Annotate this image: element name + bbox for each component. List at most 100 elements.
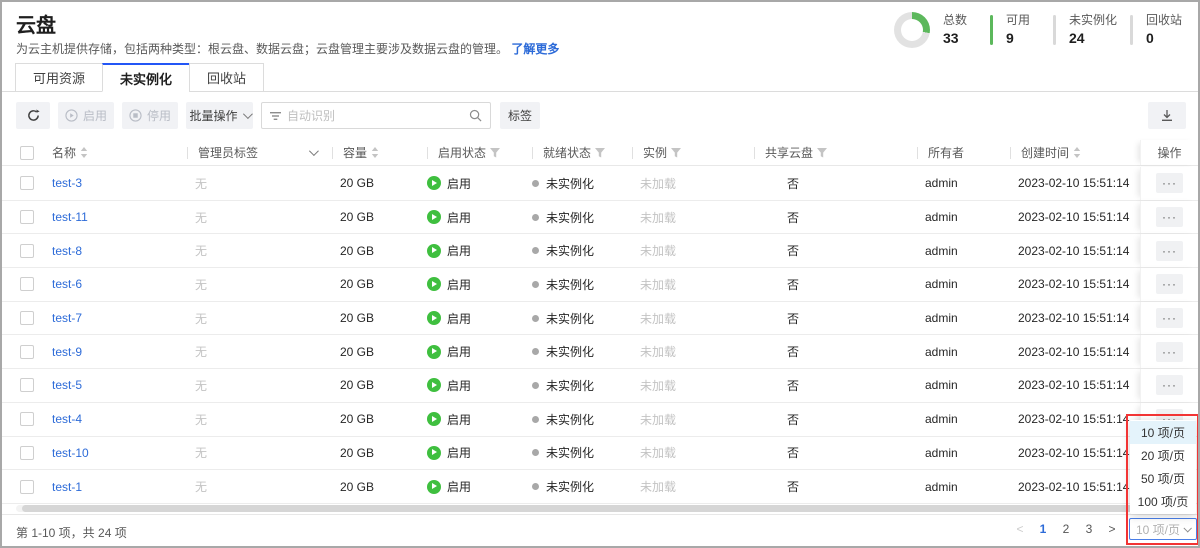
stat-uninstantiated-value: 24	[1069, 29, 1117, 48]
created-time-value: 2023-02-10 15:51:14	[1010, 234, 1140, 267]
stat-recycle-label: 回收站	[1146, 12, 1182, 28]
row-checkbox[interactable]	[20, 277, 34, 291]
filter-lines-icon	[270, 111, 281, 121]
row-checkbox[interactable]	[20, 378, 34, 392]
select-all-checkbox[interactable]	[20, 146, 34, 160]
created-time-value: 2023-02-10 15:51:14	[1010, 403, 1140, 436]
table-row[interactable]: test-5 无 20 GB 启用 未实例化 未加载 否 admin 2023-…	[2, 369, 1198, 403]
row-checkbox[interactable]	[20, 176, 34, 190]
sort-icon[interactable]	[1073, 147, 1081, 158]
stat-available: 可用 9	[1006, 12, 1040, 47]
tab-recycle-bin[interactable]: 回收站	[189, 63, 264, 92]
row-actions-button[interactable]: ···	[1156, 241, 1183, 261]
enable-status-value: 启用	[427, 437, 532, 470]
table-row[interactable]: test-1 无 20 GB 启用 未实例化 未加载 否 admin 2023-…	[2, 470, 1198, 504]
page-size-option-10[interactable]: 10 项/页	[1130, 421, 1196, 444]
stat-divider-gray	[1053, 15, 1056, 45]
sort-icon[interactable]	[371, 147, 379, 158]
tab-uninstantiated[interactable]: 未实例化	[102, 63, 190, 92]
learn-more-link[interactable]: 了解更多	[511, 42, 559, 56]
row-checkbox[interactable]	[20, 345, 34, 359]
admin-tag-value: 无	[187, 403, 332, 436]
row-checkbox[interactable]	[20, 210, 34, 224]
stat-recycle: 回收站 0	[1146, 12, 1182, 47]
page-size-option-100[interactable]: 100 项/页	[1130, 490, 1196, 513]
header-instance[interactable]: 实例	[632, 140, 754, 165]
table-row[interactable]: test-9 无 20 GB 启用 未实例化 未加载 否 admin 2023-…	[2, 335, 1198, 369]
tab-available-resources[interactable]: 可用资源	[15, 63, 103, 92]
tags-button[interactable]: 标签	[500, 102, 540, 129]
chevron-down-icon	[242, 109, 252, 119]
download-icon	[1161, 109, 1173, 122]
disk-name-link[interactable]: test-8	[52, 244, 82, 258]
sort-icon[interactable]	[80, 147, 88, 158]
page-2-button[interactable]: 2	[1058, 522, 1074, 536]
disk-name-link[interactable]: test-3	[52, 176, 82, 190]
table-row[interactable]: test-8 无 20 GB 启用 未实例化 未加载 否 admin 2023-…	[2, 234, 1198, 268]
page-3-button[interactable]: 3	[1081, 522, 1097, 536]
row-actions-button[interactable]: ···	[1156, 342, 1183, 362]
search-box[interactable]	[261, 102, 491, 129]
row-actions-button[interactable]: ···	[1156, 274, 1183, 294]
header-admin-tag[interactable]: 管理员标签	[187, 140, 332, 165]
table-row[interactable]: test-6 无 20 GB 启用 未实例化 未加载 否 admin 2023-…	[2, 268, 1198, 302]
table-row[interactable]: test-10 无 20 GB 启用 未实例化 未加载 否 admin 2023…	[2, 437, 1198, 471]
header-capacity[interactable]: 容量	[332, 140, 427, 165]
search-input[interactable]	[287, 109, 463, 123]
enable-status-value: 启用	[427, 302, 532, 335]
header-enable-status[interactable]: 启用状态	[427, 140, 532, 165]
stat-uninstantiated-label: 未实例化	[1069, 12, 1117, 28]
enable-status-value: 启用	[427, 470, 532, 503]
next-page-button[interactable]: >	[1104, 522, 1120, 536]
table-row[interactable]: test-4 无 20 GB 启用 未实例化 未加载 否 admin 2023-…	[2, 403, 1198, 437]
header-created-time[interactable]: 创建时间	[1010, 140, 1140, 165]
row-checkbox[interactable]	[20, 311, 34, 325]
refresh-button[interactable]	[16, 102, 50, 129]
shared-disk-value: 否	[754, 201, 917, 234]
page-size-select[interactable]: 10 项/页	[1129, 518, 1197, 540]
table-row[interactable]: test-7 无 20 GB 启用 未实例化 未加载 否 admin 2023-…	[2, 302, 1198, 336]
row-checkbox[interactable]	[20, 480, 34, 494]
filter-icon[interactable]	[490, 148, 500, 158]
batch-actions-button[interactable]: 批量操作	[186, 102, 253, 129]
horizontal-scrollbar-thumb[interactable]	[22, 505, 1140, 512]
page-size-option-20[interactable]: 20 项/页	[1130, 444, 1196, 467]
enabled-play-icon	[427, 345, 441, 359]
disk-name-link[interactable]: test-10	[52, 446, 89, 460]
export-button[interactable]	[1148, 102, 1186, 129]
row-actions-button[interactable]: ···	[1156, 173, 1183, 193]
filter-icon[interactable]	[817, 148, 827, 158]
disk-name-link[interactable]: test-9	[52, 345, 82, 359]
header-actions: 操作	[1140, 140, 1198, 165]
disk-name-link[interactable]: test-6	[52, 277, 82, 291]
row-checkbox[interactable]	[20, 412, 34, 426]
shared-disk-value: 否	[754, 268, 917, 301]
disk-name-link[interactable]: test-7	[52, 311, 82, 325]
page-1-button[interactable]: 1	[1035, 522, 1051, 536]
page-size-option-50[interactable]: 50 项/页	[1130, 467, 1196, 490]
owner-value: admin	[917, 437, 1010, 470]
table-row[interactable]: test-3 无 20 GB 启用 未实例化 未加载 否 admin 2023-…	[2, 167, 1198, 201]
header-shared-disk[interactable]: 共享云盘	[754, 140, 917, 165]
instance-value: 未加载	[632, 268, 754, 301]
enable-status-value: 启用	[427, 403, 532, 436]
disk-name-link[interactable]: test-4	[52, 412, 82, 426]
disk-name-link[interactable]: test-11	[52, 210, 88, 224]
admin-tag-value: 无	[187, 268, 332, 301]
row-checkbox[interactable]	[20, 244, 34, 258]
row-actions-button[interactable]: ···	[1156, 308, 1183, 328]
instance-value: 未加载	[632, 167, 754, 200]
disk-name-link[interactable]: test-5	[52, 378, 82, 392]
row-actions-button[interactable]: ···	[1156, 207, 1183, 227]
chevron-down-icon[interactable]	[309, 146, 319, 156]
filter-icon[interactable]	[671, 148, 681, 158]
row-actions-button[interactable]: ···	[1156, 375, 1183, 395]
table-row[interactable]: test-11 无 20 GB 启用 未实例化 未加载 否 admin 2023…	[2, 201, 1198, 235]
header-name[interactable]: 名称	[52, 140, 187, 165]
disk-name-link[interactable]: test-1	[52, 480, 82, 494]
row-checkbox[interactable]	[20, 446, 34, 460]
search-icon[interactable]	[469, 109, 482, 122]
header-ready-status[interactable]: 就绪状态	[532, 140, 632, 165]
filter-icon[interactable]	[595, 148, 605, 158]
capacity-value: 20 GB	[332, 268, 427, 301]
